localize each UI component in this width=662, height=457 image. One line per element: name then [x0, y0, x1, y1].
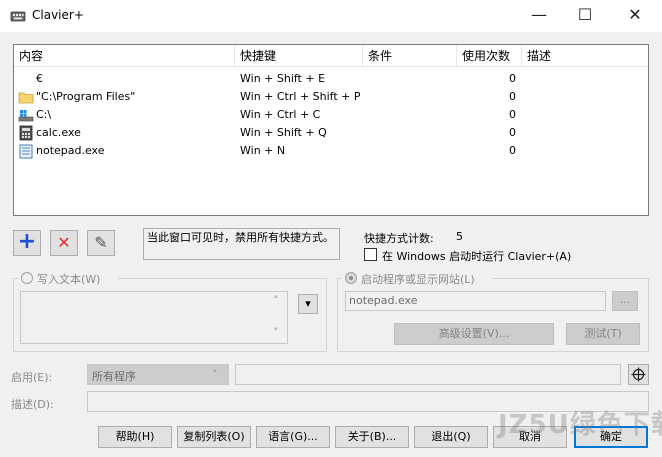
- shortcut-count-label: 快捷方式计数:: [364, 232, 434, 245]
- watermark-text: JZ5U绿色下载: [498, 410, 662, 440]
- add-shortcut-button[interactable]: +: [13, 230, 41, 256]
- shortcut-count-value: 5: [456, 230, 463, 243]
- row-count: 0: [509, 108, 516, 121]
- delete-shortcut-button[interactable]: ✕: [50, 230, 78, 256]
- column-header-condition[interactable]: 条件: [363, 45, 457, 67]
- row-content: notepad.exe: [36, 144, 105, 157]
- run-at-startup-checkbox[interactable]: [364, 248, 377, 261]
- keyboard-app-icon: [10, 8, 26, 24]
- launch-radio[interactable]: [345, 272, 357, 284]
- row-hotkey: Win + N: [240, 144, 286, 157]
- row-hotkey: Win + Ctrl + Shift + P: [240, 90, 360, 103]
- folder-icon: [18, 89, 34, 105]
- delete-x-icon: ✕: [57, 233, 71, 252]
- quit-button[interactable]: 退出(Q): [414, 426, 488, 448]
- row-content: C:\: [36, 108, 52, 121]
- language-button[interactable]: 语言(G)...: [256, 426, 330, 448]
- enable-program-value: 所有程序: [92, 370, 136, 383]
- write-text-radio[interactable]: [21, 272, 33, 284]
- description-label: 描述(D):: [11, 398, 54, 411]
- write-text-label[interactable]: 写入文本(W): [37, 271, 100, 287]
- enable-program-select[interactable]: 所有程序 ˅: [87, 364, 229, 385]
- browse-button[interactable]: ...: [612, 291, 638, 311]
- copy-list-button[interactable]: 复制列表(O): [177, 426, 251, 448]
- shortcut-list[interactable]: 内容 快捷键 条件 使用次数 描述 € Win + Shift + E 0 "C…: [13, 44, 649, 216]
- notepad-icon: [18, 143, 34, 159]
- run-at-startup-label[interactable]: 在 Windows 启动时运行 Clavier+(A): [382, 248, 571, 264]
- table-row[interactable]: C:\ Win + Ctrl + C 0: [14, 106, 648, 124]
- about-button[interactable]: 关于(B)...: [335, 426, 409, 448]
- help-button[interactable]: 帮助(H): [98, 426, 172, 448]
- write-text-textarea[interactable]: [20, 291, 288, 344]
- row-count: 0: [509, 144, 516, 157]
- test-button[interactable]: 测试(T): [566, 323, 640, 345]
- row-count: 0: [509, 126, 516, 139]
- row-content: "C:\Program Files": [36, 90, 136, 103]
- table-row[interactable]: € Win + Shift + E 0: [14, 70, 648, 88]
- scroll-up-icon[interactable]: ˄: [273, 294, 279, 307]
- disable-hint-text: 当此窗口可见时，禁用所有快捷方式。: [143, 228, 340, 260]
- pick-window-button[interactable]: [628, 364, 649, 385]
- enable-label: 启用(E):: [11, 371, 53, 384]
- crosshair-icon: [631, 367, 646, 382]
- row-count: 0: [509, 72, 516, 85]
- window-title: Clavier+: [32, 8, 84, 22]
- drive-icon: [18, 107, 34, 123]
- row-content: €: [36, 72, 43, 85]
- textarea-scrollbar[interactable]: ˄ ˅: [270, 292, 287, 343]
- dropdown-arrow-icon: ▾: [305, 297, 311, 310]
- row-hotkey: Win + Shift + E: [240, 72, 326, 85]
- table-row[interactable]: notepad.exe Win + N 0: [14, 142, 648, 160]
- row-count: 0: [509, 90, 516, 103]
- edit-shortcut-button[interactable]: ✎: [87, 230, 115, 256]
- table-row[interactable]: calc.exe Win + Shift + Q 0: [14, 124, 648, 142]
- maximize-button[interactable]: ☐: [562, 0, 608, 32]
- row-content: calc.exe: [36, 126, 81, 139]
- column-header-hotkey[interactable]: 快捷键: [235, 45, 363, 67]
- close-button[interactable]: ✕: [612, 0, 658, 32]
- enable-program-list-input[interactable]: [235, 364, 621, 385]
- minimize-button[interactable]: —: [516, 0, 562, 32]
- chevron-down-icon: ˅: [212, 368, 218, 381]
- table-row[interactable]: "C:\Program Files" Win + Ctrl + Shift + …: [14, 88, 648, 106]
- launch-command-input[interactable]: notepad.exe: [345, 291, 606, 311]
- row-hotkey: Win + Shift + Q: [240, 126, 327, 139]
- special-keys-menu-button[interactable]: ▾: [298, 294, 318, 314]
- launch-radio-dot: [349, 276, 353, 280]
- column-header-content[interactable]: 内容: [14, 45, 235, 67]
- column-header-usage-count[interactable]: 使用次数: [457, 45, 522, 67]
- plus-icon: +: [17, 229, 37, 254]
- advanced-settings-button[interactable]: 高级设置(V)...: [394, 323, 554, 345]
- launch-label[interactable]: 启动程序或显示网站(L): [361, 271, 475, 287]
- column-header-description[interactable]: 描述: [522, 45, 648, 67]
- row-hotkey: Win + Ctrl + C: [240, 108, 321, 121]
- pencil-icon: ✎: [94, 233, 108, 252]
- calculator-icon: [18, 125, 34, 141]
- scroll-down-icon[interactable]: ˅: [273, 326, 279, 339]
